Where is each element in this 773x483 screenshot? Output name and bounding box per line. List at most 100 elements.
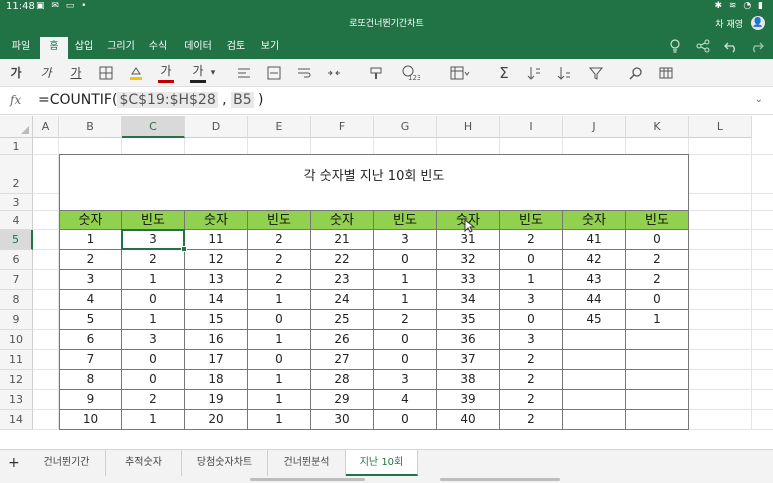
table-cell[interactable]: 18 — [185, 370, 248, 390]
table-cell[interactable]: 10 — [59, 410, 122, 430]
insert-cells-icon[interactable] — [450, 63, 470, 83]
column-header[interactable]: D — [185, 116, 248, 138]
chevron-down-icon[interactable]: ▾ — [205, 63, 221, 83]
table-cell[interactable]: 38 — [437, 370, 500, 390]
table-cell[interactable]: 1 — [122, 410, 185, 430]
wrap-text-icon[interactable] — [296, 63, 312, 83]
table-cell[interactable]: 0 — [500, 310, 563, 330]
column-header[interactable]: C — [122, 116, 185, 138]
table-cell[interactable]: 20 — [185, 410, 248, 430]
sort-descending-icon[interactable] — [556, 63, 572, 83]
table-cell[interactable]: 1 — [248, 410, 311, 430]
column-header[interactable]: E — [248, 116, 311, 138]
align-left-icon[interactable] — [236, 63, 252, 83]
table-cell[interactable]: 2 — [122, 250, 185, 270]
format-painter-icon[interactable] — [368, 63, 384, 83]
table-header-cell[interactable]: 숫자 — [185, 210, 248, 230]
tab-home[interactable]: 홈 — [40, 37, 68, 59]
table-cell[interactable]: 0 — [122, 350, 185, 370]
sort-icon[interactable] — [526, 63, 542, 83]
table-cell[interactable]: 7 — [59, 350, 122, 370]
table-cell[interactable]: 3 — [500, 330, 563, 350]
merge-cells-icon[interactable] — [326, 63, 342, 83]
row-header[interactable]: 14 — [0, 410, 33, 430]
selected-cell-outline[interactable] — [121, 229, 185, 250]
chevron-down-icon[interactable]: ⌄ — [755, 94, 763, 105]
row-header[interactable]: 4 — [0, 211, 33, 230]
table-cell[interactable]: 1 — [122, 270, 185, 290]
row-header[interactable]: 5 — [0, 230, 33, 250]
tab-insert[interactable]: 삽입 — [70, 37, 98, 59]
table-cell[interactable]: 22 — [311, 250, 374, 270]
align-middle-icon[interactable] — [266, 63, 282, 83]
column-header[interactable]: H — [437, 116, 500, 138]
lightbulb-icon[interactable] — [666, 39, 684, 57]
table-cell[interactable]: 8 — [59, 370, 122, 390]
autosum-icon[interactable]: Σ — [496, 63, 512, 83]
table-cell[interactable]: 0 — [374, 250, 437, 270]
table-cell[interactable]: 44 — [563, 290, 626, 310]
tab-file[interactable]: 파일 — [6, 37, 36, 59]
table-cell[interactable]: 2 — [248, 230, 311, 250]
table-cell[interactable] — [563, 330, 626, 350]
table-cell[interactable]: 0 — [374, 410, 437, 430]
table-cell[interactable]: 45 — [563, 310, 626, 330]
table-header-cell[interactable]: 숫자 — [563, 210, 626, 230]
table-cell[interactable]: 21 — [311, 230, 374, 250]
table-cell[interactable]: 23 — [311, 270, 374, 290]
table-header-cell[interactable]: 빈도 — [374, 210, 437, 230]
table-cell[interactable]: 36 — [437, 330, 500, 350]
table-header-cell[interactable]: 빈도 — [122, 210, 185, 230]
table-cell[interactable]: 2 — [374, 310, 437, 330]
table-cell[interactable]: 1 — [248, 290, 311, 310]
table-cell[interactable]: 43 — [563, 270, 626, 290]
table-cell[interactable]: 2 — [122, 390, 185, 410]
table-cell[interactable]: 35 — [437, 310, 500, 330]
sheet-tab[interactable]: 추적숫자 — [106, 450, 182, 476]
table-cell[interactable] — [626, 390, 689, 410]
table-cell[interactable]: 1 — [626, 310, 689, 330]
table-cell[interactable]: 4 — [374, 390, 437, 410]
table-cell[interactable]: 0 — [248, 350, 311, 370]
table-cell[interactable]: 3 — [374, 370, 437, 390]
table-cell[interactable]: 1 — [248, 390, 311, 410]
table-cell[interactable]: 24 — [311, 290, 374, 310]
table-cell[interactable] — [626, 410, 689, 430]
table-cell[interactable]: 26 — [311, 330, 374, 350]
find-icon[interactable] — [628, 63, 644, 83]
row-header[interactable]: 10 — [0, 330, 33, 350]
table-cell[interactable]: 0 — [122, 370, 185, 390]
table-cell[interactable]: 17 — [185, 350, 248, 370]
horizontal-scrollbar[interactable] — [250, 478, 365, 481]
column-header[interactable]: F — [311, 116, 374, 138]
table-header-cell[interactable]: 빈도 — [626, 210, 689, 230]
sheet-tab-active[interactable]: 지난 10회 — [346, 450, 418, 476]
row-header[interactable]: 7 — [0, 270, 33, 290]
table-cell[interactable]: 1 — [374, 290, 437, 310]
table-cell[interactable]: 5 — [59, 310, 122, 330]
column-header[interactable]: A — [33, 116, 59, 138]
fill-color-icon[interactable] — [128, 63, 144, 83]
table-cell[interactable] — [563, 390, 626, 410]
table-cell[interactable]: 1 — [248, 370, 311, 390]
table-cell[interactable] — [563, 370, 626, 390]
table-cell[interactable]: 42 — [563, 250, 626, 270]
table-cell[interactable]: 0 — [122, 290, 185, 310]
table-cell[interactable]: 27 — [311, 350, 374, 370]
more-font-button[interactable]: 가 — [190, 63, 206, 83]
table-cell[interactable]: 2 — [500, 350, 563, 370]
row-header[interactable]: 2 — [0, 155, 33, 194]
table-header-cell[interactable]: 빈도 — [248, 210, 311, 230]
table-cell[interactable]: 2 — [500, 230, 563, 250]
table-cell[interactable] — [626, 330, 689, 350]
table-cell[interactable]: 3 — [500, 290, 563, 310]
tab-formulas[interactable]: 수식 — [144, 37, 172, 59]
column-header[interactable]: G — [374, 116, 437, 138]
sheet-tab[interactable]: 건너뛴기간 — [28, 450, 106, 476]
table-cell[interactable]: 2 — [59, 250, 122, 270]
table-cell[interactable]: 2 — [500, 390, 563, 410]
table-cell[interactable]: 0 — [500, 250, 563, 270]
table-cell[interactable]: 2 — [626, 250, 689, 270]
fill-handle[interactable] — [181, 246, 187, 252]
table-icon[interactable] — [658, 63, 674, 83]
